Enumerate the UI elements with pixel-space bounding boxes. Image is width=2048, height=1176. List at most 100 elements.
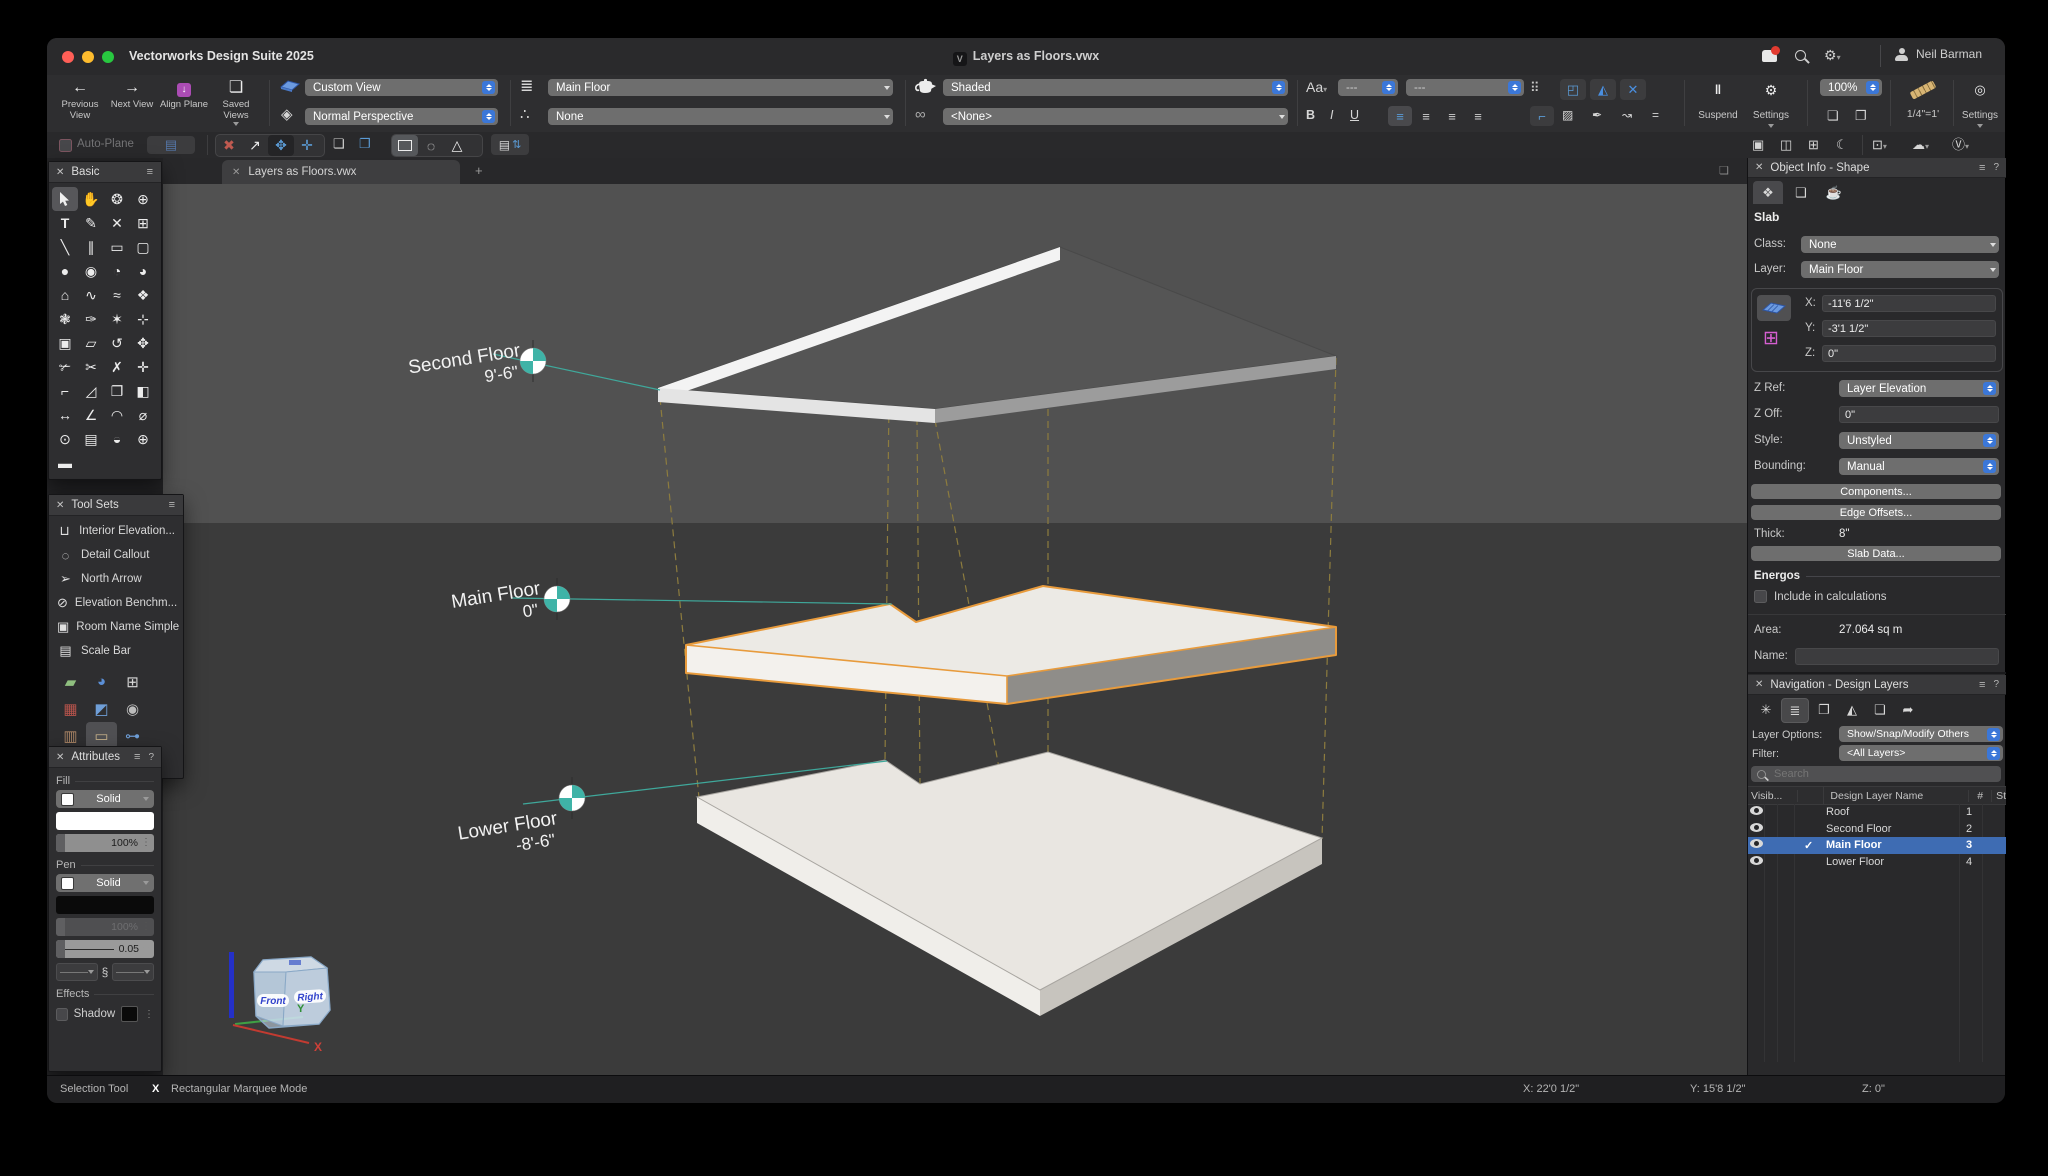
visibility-eye-icon[interactable]	[1750, 806, 1763, 815]
tool-sets-header[interactable]: ✕ Tool Sets ≡	[49, 495, 183, 516]
zoom-tool[interactable]: ⊕	[130, 187, 156, 211]
slab-plane-icon[interactable]	[1757, 295, 1791, 321]
font-size-dropdown[interactable]: ---	[1338, 79, 1398, 96]
wand-tool[interactable]: ✶	[104, 307, 130, 331]
pen-weight-dropdown[interactable]: 0.05	[56, 940, 154, 958]
second-floor-elevation-marker[interactable]	[520, 348, 546, 374]
fit-to-objects-icon[interactable]: ❏	[1827, 107, 1839, 125]
lower-floor-elevation-marker[interactable]	[559, 785, 585, 811]
callout-tool[interactable]: ✎	[78, 211, 104, 235]
crop-icon[interactable]: ⊡▾	[1872, 136, 1887, 156]
document-settings-button[interactable]: ◎ Settings	[1957, 80, 2003, 128]
tab-data[interactable]: ❑	[1786, 181, 1816, 204]
slab-data-button[interactable]: Slab Data...	[1751, 546, 2001, 561]
close-palette-icon[interactable]: ✕	[1755, 162, 1763, 173]
shear-tool[interactable]: ◧	[130, 379, 156, 403]
section-icon[interactable]: ◫	[1780, 136, 1792, 154]
previous-view-button[interactable]: ← Previous View	[55, 78, 105, 121]
knife-tool[interactable]: ✃	[52, 355, 78, 379]
diameter-dimension-tool[interactable]: ⌀	[130, 403, 156, 427]
shadow-checkbox[interactable]	[56, 1008, 68, 1021]
help-icon[interactable]: ?	[1993, 162, 1999, 173]
cube-right-face[interactable]: Right	[297, 991, 324, 1004]
arc-tool[interactable]: ◔	[104, 259, 130, 283]
view-cube[interactable]: Front Right Y X	[213, 946, 363, 1061]
tape-measure-tool[interactable]: ▤	[78, 427, 104, 451]
align-right-button[interactable]: ≡	[1440, 106, 1464, 126]
protractor-tool[interactable]: ◒	[104, 427, 130, 451]
help-icon[interactable]: ?	[1993, 679, 1999, 690]
close-palette-icon[interactable]: ✕	[56, 167, 64, 178]
mirror-tool[interactable]: ✥	[130, 331, 156, 355]
fit-to-page-icon[interactable]: ❐	[1855, 107, 1867, 125]
underline-button[interactable]: U	[1350, 106, 1359, 124]
sheet-layers-icon[interactable]: ⊞	[1808, 136, 1819, 154]
saved-views-button[interactable]: ❏ Saved Views	[211, 78, 261, 126]
tab-saved-views[interactable]: ❏	[1867, 698, 1893, 721]
suspend-button[interactable]: ‖ Suspend	[1695, 80, 1741, 122]
smart-cursor-toggle[interactable]: ⌐	[1530, 106, 1554, 126]
freehand-tool[interactable]: ≈	[104, 283, 130, 307]
tab-references[interactable]: ➦	[1895, 698, 1921, 721]
eyedropper-tool[interactable]: ✑	[78, 307, 104, 331]
projection-dropdown[interactable]: Normal Perspective	[305, 108, 498, 125]
tab-design-layers[interactable]: ≣	[1781, 698, 1809, 723]
ghost-layers-icon[interactable]: ☁▾	[1912, 136, 1929, 156]
style-dropdown[interactable]: Unstyled	[1839, 432, 1999, 449]
locus-tool[interactable]: ⊕	[130, 427, 156, 451]
align-center-button[interactable]: ≡	[1414, 106, 1438, 126]
tool-scale-bar[interactable]: ▤Scale Bar	[49, 639, 183, 663]
grid-snap-icon[interactable]: ⠿	[1530, 79, 1540, 97]
hatch-icon[interactable]: ▨	[1562, 106, 1573, 124]
bold-button[interactable]: B	[1306, 106, 1315, 124]
close-palette-icon[interactable]: ✕	[1755, 679, 1763, 690]
layer-row-roof[interactable]: Roof 1	[1748, 804, 2006, 821]
col-name[interactable]: Design Layer Name	[1824, 790, 1969, 802]
help-icon[interactable]: ?	[148, 752, 154, 763]
new-tab-button[interactable]: +	[475, 163, 483, 178]
tool-interior-elevation[interactable]: ⊔Interior Elevation...	[49, 519, 183, 543]
align-plane-button[interactable]: ↓ Align Plane	[159, 78, 209, 111]
pen-icon[interactable]: ✒	[1592, 106, 1602, 124]
slab-direction-button[interactable]: ▤⇅	[491, 134, 529, 155]
edge-offsets-button[interactable]: Edge Offsets...	[1751, 505, 2001, 520]
tab-sheet-layers[interactable]: ❐	[1811, 698, 1837, 721]
active-layer-dropdown[interactable]: Main Floor	[548, 79, 893, 96]
view-dropdown[interactable]: Custom View	[305, 79, 498, 96]
feedback-icon[interactable]	[1762, 50, 1777, 62]
view-icon[interactable]	[279, 79, 301, 98]
arc-dimension-tool[interactable]: ◠	[104, 403, 130, 427]
double-line-tool[interactable]: ∥	[78, 235, 104, 259]
x-coordinate-field[interactable]: -11'6 1/2"	[1822, 295, 1996, 312]
options-dots-icon[interactable]: ⋮	[144, 1009, 154, 1020]
extrude-tool[interactable]: ❐	[104, 379, 130, 403]
attributes-header[interactable]: ✕ Attributes ≡ ?	[49, 747, 161, 768]
cube-front-face[interactable]: Front	[260, 996, 286, 1007]
polyline-tool[interactable]: ∿	[78, 283, 104, 307]
flyover-tool[interactable]: ❂	[104, 187, 130, 211]
include-checkbox[interactable]	[1754, 590, 1767, 603]
gear-menu-icon[interactable]: ⚙▾	[1824, 47, 1841, 64]
furniture-toolset[interactable]: ▥	[55, 722, 86, 749]
fill-color-well[interactable]	[56, 812, 154, 830]
palette-menu-icon[interactable]: ≡	[134, 751, 141, 763]
fill-opacity-slider[interactable]: 100%⋮	[56, 834, 154, 852]
text-tool[interactable]: T	[52, 211, 78, 235]
tab-viewports[interactable]: ◭	[1839, 698, 1865, 721]
compass-tool[interactable]: ⊙	[52, 427, 78, 451]
next-view-button[interactable]: → Next View	[107, 78, 157, 111]
select-similar-tool[interactable]: ▣	[52, 331, 78, 355]
dims-notes-toolset[interactable]: ▭	[86, 722, 117, 749]
site-planning-toolset[interactable]: ▰	[55, 668, 86, 695]
pie-tool[interactable]: ◕	[130, 259, 156, 283]
snap-to-angle-toggle[interactable]: ◭	[1590, 79, 1616, 100]
split-tool[interactable]: ✗	[104, 355, 130, 379]
link-styles-icon[interactable]: §	[102, 965, 109, 979]
options-dots-icon[interactable]: ⋮	[141, 834, 151, 852]
layer-row-main-floor-selected[interactable]: ✓ Main Floor 3	[1748, 837, 2006, 854]
search-icon[interactable]	[1795, 50, 1806, 61]
align-left-button[interactable]: ≡	[1388, 106, 1412, 126]
tool-room-name[interactable]: ▣Room Name Simple	[49, 615, 183, 639]
col-number[interactable]: #	[1969, 790, 1992, 802]
auto-plane-checkbox[interactable]	[59, 139, 72, 152]
